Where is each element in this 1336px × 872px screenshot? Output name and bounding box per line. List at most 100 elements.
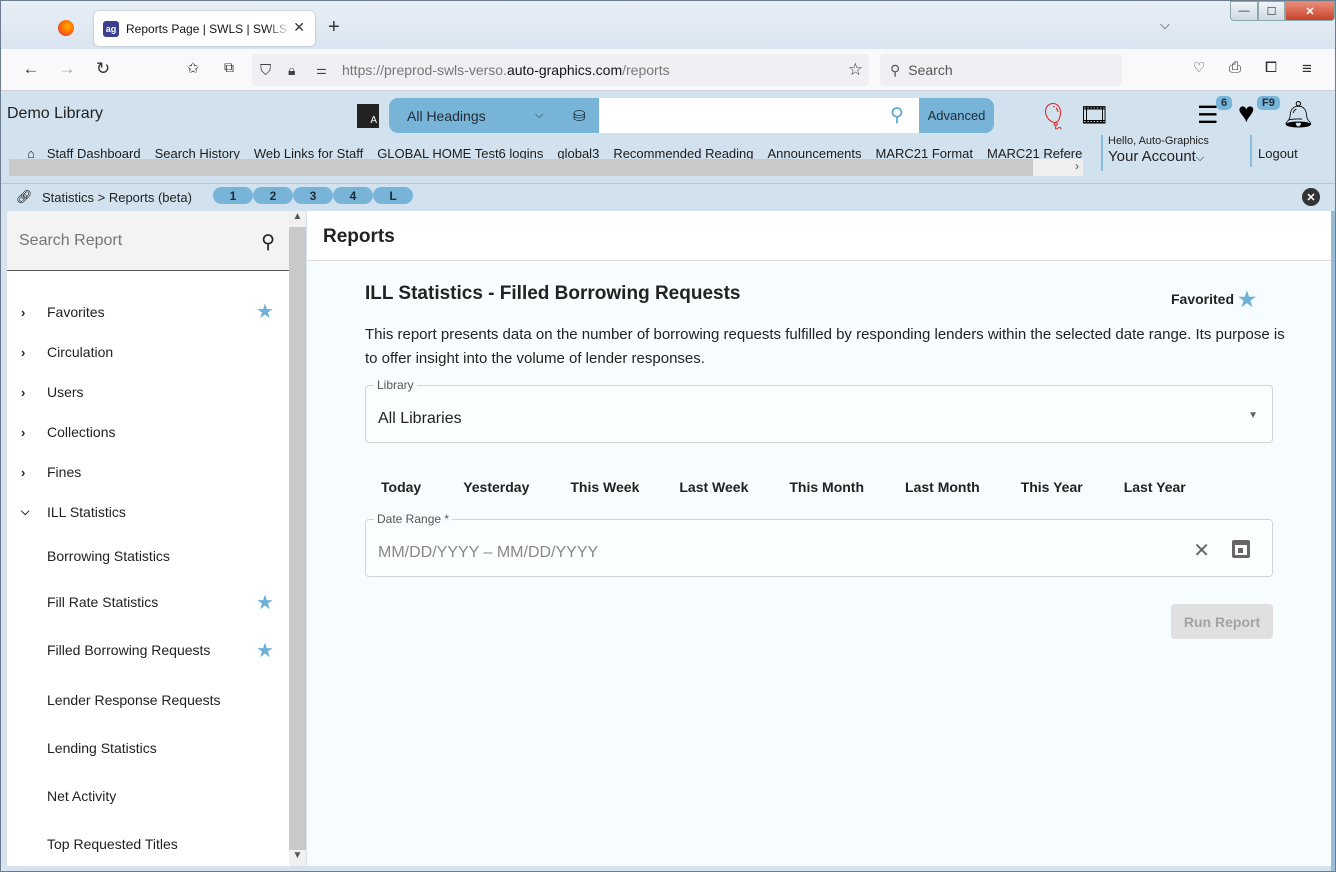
range-today-button[interactable]: Today (365, 479, 437, 495)
workspace-pill-4[interactable]: 4 (333, 187, 373, 204)
library-name: Demo Library (7, 105, 104, 122)
logout-link[interactable]: Logout (1250, 135, 1298, 167)
sidebar-item-fines[interactable]: › Fines (7, 457, 289, 487)
run-report-button[interactable]: Run Report (1171, 604, 1273, 639)
date-range-input[interactable]: Date Range * MM/DD/YYYY – MM/DD/YYYY ✕ (365, 512, 1273, 577)
sidebar-item-label: ILL Statistics (47, 504, 126, 520)
star-icon[interactable]: ★ (1238, 289, 1256, 311)
film-search-icon[interactable]: 🎞︎ (1079, 101, 1109, 130)
calendar-icon[interactable] (1232, 540, 1250, 558)
workspace-pill-1[interactable]: 1 (213, 187, 253, 204)
chevron-right-icon: › (21, 304, 26, 320)
account-menu[interactable]: Hello, Auto-Graphics Your Account⌵ (1101, 135, 1209, 171)
report-filled-borrowing-requests[interactable]: Filled Borrowing Requests ★ (7, 635, 289, 665)
range-this-year-button[interactable]: This Year (996, 479, 1099, 495)
new-tab-button[interactable]: + (328, 16, 340, 39)
report-top-requested-titles[interactable]: Top Requested Titles (7, 829, 289, 859)
window-minimize-button[interactable]: — (1230, 1, 1258, 21)
chevron-down-icon: ⌵ (21, 505, 30, 518)
app-menu-icon[interactable]: ≡ (1296, 59, 1318, 79)
range-last-year-button[interactable]: Last Year (1099, 479, 1202, 495)
back-button[interactable]: ← (20, 59, 42, 79)
chevron-right-icon: › (21, 424, 26, 440)
database-icon[interactable]: ⛁ (573, 107, 586, 125)
greeting-text: Hello, Auto-Graphics (1108, 135, 1209, 147)
balloon-icon[interactable]: 🎈︎ (1037, 101, 1070, 132)
link-icon: 🔗︎ (16, 189, 33, 204)
report-panel: Reports ILL Statistics - Filled Borrowin… (307, 211, 1331, 866)
window-maximize-button[interactable]: ☐ (1258, 1, 1285, 21)
scroll-down-icon[interactable]: ▼ (289, 850, 306, 866)
account-label: Your Account (1108, 148, 1196, 165)
pocket-icon[interactable]: ♡ (1188, 59, 1210, 76)
forward-button[interactable]: → (56, 59, 78, 79)
share-icon[interactable]: ⧉ (218, 59, 240, 76)
breadcrumb[interactable]: Statistics > Reports (beta) (42, 190, 192, 205)
range-yesterday-button[interactable]: Yesterday (437, 479, 545, 495)
report-label: Filled Borrowing Requests (47, 642, 211, 658)
browser-toolbar: ← → ↻ ✩ ⧉ ⛉ 🔒︎ ⚌ https://preprod-swls-ve… (1, 49, 1335, 91)
range-this-month-button[interactable]: This Month (764, 479, 880, 495)
search-scope-select[interactable]: All Headings ⌵ ⛁ (389, 98, 599, 133)
range-last-month-button[interactable]: Last Month (880, 479, 996, 495)
search-scope-value: All Headings (407, 107, 486, 124)
range-last-week-button[interactable]: Last Week (655, 479, 764, 495)
browser-tab-active[interactable]: ag Reports Page | SWLS | SWLS | Auto-Gra… (94, 11, 315, 46)
star-icon[interactable]: ★ (256, 638, 274, 663)
translate-icon[interactable]: A (357, 104, 379, 128)
star-icon[interactable]: ★ (256, 590, 274, 615)
scroll-up-icon[interactable]: ▲ (289, 211, 306, 227)
address-bar[interactable]: ⛉ 🔒︎ ⚌ https://preprod-swls-verso.auto-g… (252, 54, 869, 86)
sidebar-item-users[interactable]: › Users (7, 377, 289, 407)
site-favicon-icon: ag (103, 20, 119, 37)
reload-button[interactable]: ↻ (92, 59, 114, 79)
chevron-right-icon: › (21, 464, 26, 480)
heart-icon[interactable]: ♥ (1238, 97, 1255, 129)
quick-links-scrollbar[interactable] (9, 159, 1083, 176)
tab-title: Reports Page | SWLS | SWLS | Auto-Graphi… (126, 21, 291, 36)
report-fill-rate-statistics[interactable]: Fill Rate Statistics ★ (7, 587, 289, 617)
sidebar-item-favorites[interactable]: › Favorites ★ (7, 297, 289, 327)
report-lending-statistics[interactable]: Lending Statistics (7, 733, 289, 763)
scroll-right-icon[interactable]: › (1033, 159, 1083, 176)
report-label: Fill Rate Statistics (47, 594, 159, 610)
search-icon[interactable]: ⚲ (890, 104, 904, 127)
close-page-icon[interactable]: ✕ (1302, 188, 1320, 206)
bookmark-star-icon[interactable]: ☆ (848, 60, 863, 80)
search-placeholder: Search (908, 62, 953, 78)
library-label: Library (374, 378, 417, 392)
star-icon[interactable]: ★ (256, 299, 274, 324)
workspace-pill-l[interactable]: L (373, 187, 413, 204)
search-icon[interactable]: ⚲ (261, 231, 275, 254)
range-this-week-button[interactable]: This Week (545, 479, 655, 495)
report-search: ⚲ (7, 211, 289, 271)
sidebar-item-circulation[interactable]: › Circulation (7, 337, 289, 367)
print-icon[interactable]: ⎙ (1224, 59, 1246, 76)
sidebar-scrollbar[interactable]: ▲ ▼ (289, 211, 306, 866)
advanced-search-button[interactable]: Advanced (919, 98, 994, 133)
clear-icon[interactable]: ✕ (1193, 538, 1210, 563)
report-search-input[interactable] (19, 231, 239, 250)
bookmark-page-icon[interactable]: ✩ (182, 59, 204, 77)
favorite-toggle[interactable]: Favorited ★ (1171, 285, 1256, 311)
sidebar-item-ill-statistics[interactable]: ⌵ ILL Statistics (7, 497, 289, 527)
tab-close-icon[interactable]: ✕ (293, 19, 305, 36)
workspace-pill-2[interactable]: 2 (253, 187, 293, 204)
page-title: Reports (307, 211, 1331, 261)
list-all-tabs-button[interactable]: ⌵ (1160, 17, 1170, 33)
library-select[interactable]: Library All Libraries ▼ (365, 378, 1273, 443)
workspace-pill-3[interactable]: 3 (293, 187, 333, 204)
report-lender-response-requests[interactable]: Lender Response Requests (7, 685, 289, 715)
window-close-button[interactable]: ✕ (1285, 1, 1335, 21)
catalog-search-input[interactable] (599, 98, 919, 133)
sidebar-item-collections[interactable]: › Collections (7, 417, 289, 447)
extensions-icon[interactable]: ⧠ (1260, 59, 1282, 76)
report-borrowing-statistics[interactable]: Borrowing Statistics (7, 541, 289, 571)
app-header: Demo Library A All Headings ⌵ ⛁ ⚲ Advanc… (1, 91, 1335, 183)
report-title: ILL Statistics - Filled Borrowing Reques… (365, 283, 741, 304)
report-net-activity[interactable]: Net Activity (7, 781, 289, 811)
quick-range-buttons: Today Yesterday This Week Last Week This… (365, 479, 1202, 495)
bell-icon[interactable]: 🔔︎ (1282, 99, 1315, 130)
favorited-label: Favorited (1171, 291, 1235, 307)
browser-search-box[interactable]: ⚲ Search (880, 54, 1122, 86)
